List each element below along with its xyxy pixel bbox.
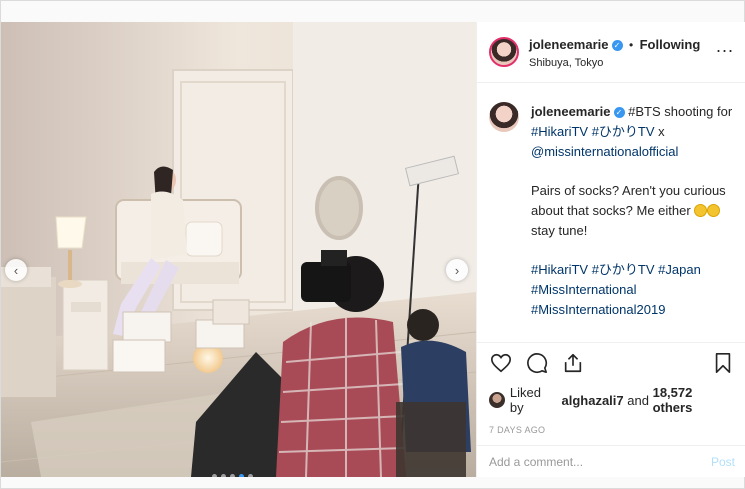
post-photo[interactable]: ‹ ›: [1, 22, 476, 477]
post-actions: Liked by alghazali7 and 18,572 others 7 …: [477, 342, 745, 435]
action-icons-row: [489, 343, 735, 383]
liker-avatar[interactable]: [489, 392, 505, 408]
caption-avatar[interactable]: [489, 102, 519, 132]
caption-text-2-end: stay tune!: [531, 223, 588, 238]
post-date[interactable]: 7 DAYS AGO: [489, 425, 735, 435]
hashtag-link[interactable]: #MissInternational2019: [531, 302, 665, 317]
avatar[interactable]: [489, 37, 519, 67]
share-icon[interactable]: [561, 351, 585, 375]
carousel-dot: [212, 474, 217, 477]
post-header: joleneemarie ✓ • Following Shibuya, Tokyo…: [477, 22, 745, 83]
hashtag-link[interactable]: #MissInternational: [531, 282, 637, 297]
photo-scene: [1, 22, 476, 477]
hashtag-link[interactable]: #ひかりTV: [592, 124, 655, 139]
caption-text: joleneemarie ✓ #BTS shooting for #HikariT…: [531, 102, 737, 339]
carousel-dot-active: [239, 474, 244, 477]
likes-line: Liked by alghazali7 and 18,572 others: [489, 385, 735, 415]
carousel-dot: [221, 474, 226, 477]
following-button[interactable]: Following: [640, 37, 701, 52]
carousel-dot: [230, 474, 235, 477]
heart-icon[interactable]: [489, 351, 513, 375]
hashtag-link[interactable]: #HikariTV: [531, 262, 588, 277]
comment-icon[interactable]: [525, 351, 549, 375]
caption-paragraph-1: joleneemarie ✓ #BTS shooting for #HikariT…: [531, 102, 737, 162]
hashtag-link[interactable]: #ひかりTV: [592, 262, 655, 277]
caption-row: joleneemarie ✓ #BTS shooting for #HikariT…: [487, 102, 737, 339]
carousel-dot: [248, 474, 253, 477]
caption-username[interactable]: joleneemarie: [531, 104, 611, 119]
carousel-next-button[interactable]: ›: [446, 259, 468, 281]
hashtag-link[interactable]: #HikariTV: [531, 124, 588, 139]
liker-username[interactable]: alghazali7: [562, 393, 624, 408]
verified-icon: ✓: [613, 107, 625, 118]
hashtag-link[interactable]: #Japan: [658, 262, 701, 277]
grin-emoji-icon: [707, 204, 721, 217]
mention-link[interactable]: @missinternationalofficial: [531, 144, 678, 159]
add-comment-bar: Post: [477, 445, 745, 477]
verified-icon: ✓: [611, 39, 623, 51]
instagram-post-window: ‹ › joleneemarie ✓ • Following Shibuya, T…: [0, 0, 745, 489]
caption-paragraph-2: Pairs of socks? Aren't you curious about…: [531, 181, 737, 241]
thinking-emoji-icon: [694, 204, 708, 217]
post-comment-button[interactable]: Post: [711, 455, 735, 469]
carousel-prev-button[interactable]: ‹: [5, 259, 27, 281]
caption-text-1: #BTS shooting for: [628, 104, 733, 119]
header-separator: •: [628, 37, 634, 52]
header-text: joleneemarie ✓ • Following Shibuya, Tokyo: [529, 36, 700, 69]
more-options-icon[interactable]: ...: [716, 36, 734, 57]
likes-count[interactable]: 18,572 others: [653, 385, 735, 415]
caption-text-1b: x: [654, 124, 665, 139]
header-username[interactable]: joleneemarie: [529, 37, 609, 52]
likes-middle: and: [627, 392, 649, 408]
caption-tags: #HikariTV #ひかりTV #Japan #MissInternation…: [531, 260, 737, 320]
caption-area: joleneemarie ✓ #BTS shooting for #HikariT…: [477, 84, 745, 342]
location-link[interactable]: Shibuya, Tokyo: [529, 57, 700, 69]
bookmark-icon[interactable]: [711, 351, 735, 375]
comment-input[interactable]: [489, 454, 711, 469]
carousel-indicator: [212, 474, 253, 477]
post-side-panel: joleneemarie ✓ • Following Shibuya, Tokyo…: [476, 22, 745, 477]
likes-prefix: Liked by: [509, 385, 541, 415]
